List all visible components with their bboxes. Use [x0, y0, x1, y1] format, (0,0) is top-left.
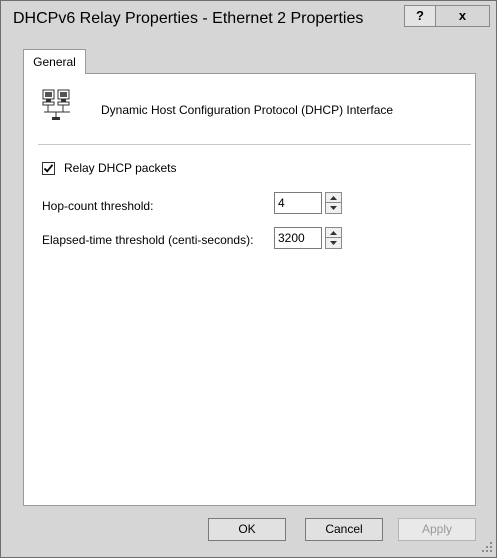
apply-button[interactable]: Apply	[398, 518, 476, 541]
relay-dhcp-checkbox[interactable]	[42, 162, 55, 175]
elapsed-time-up-button[interactable]	[325, 227, 342, 238]
arrow-down-icon	[330, 206, 337, 210]
network-interface-icon	[42, 89, 70, 120]
elapsed-time-spinner[interactable]	[325, 227, 342, 249]
hop-count-spinner[interactable]	[325, 192, 342, 214]
help-icon: ?	[416, 8, 424, 23]
close-icon: x	[458, 8, 467, 23]
relay-dhcp-label[interactable]: Relay DHCP packets	[64, 161, 177, 175]
check-icon	[43, 164, 54, 173]
hop-count-input[interactable]	[274, 192, 322, 214]
hop-count-down-button[interactable]	[325, 203, 342, 214]
title-bar[interactable]: DHCPv6 Relay Properties - Ethernet 2 Pro…	[1, 1, 496, 37]
elapsed-time-label: Elapsed-time threshold (centi-seconds):	[42, 233, 254, 247]
elapsed-time-input[interactable]	[274, 227, 322, 249]
resize-grip-icon[interactable]	[481, 541, 493, 553]
divider	[38, 144, 471, 145]
help-button[interactable]: ?	[404, 5, 436, 27]
arrow-up-icon	[330, 196, 337, 200]
general-panel: Dynamic Host Configuration Protocol (DHC…	[23, 73, 476, 506]
arrow-down-icon	[330, 241, 337, 245]
hop-count-up-button[interactable]	[325, 192, 342, 203]
tab-general[interactable]: General	[23, 49, 86, 74]
interface-label: Dynamic Host Configuration Protocol (DHC…	[101, 103, 394, 117]
arrow-up-icon	[330, 231, 337, 235]
close-button[interactable]: x	[436, 5, 490, 27]
window-title: DHCPv6 Relay Properties - Ethernet 2 Pro…	[13, 10, 364, 27]
cancel-button[interactable]: Cancel	[305, 518, 383, 541]
ok-button[interactable]: OK	[208, 518, 286, 541]
properties-dialog: DHCPv6 Relay Properties - Ethernet 2 Pro…	[0, 0, 497, 558]
hop-count-label: Hop-count threshold:	[42, 199, 154, 213]
elapsed-time-down-button[interactable]	[325, 238, 342, 249]
